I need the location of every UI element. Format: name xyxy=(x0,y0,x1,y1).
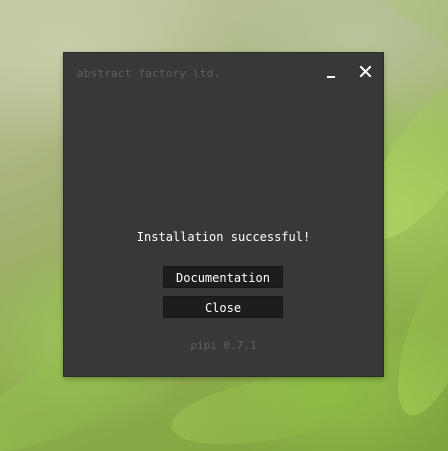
minimize-icon xyxy=(327,76,335,78)
version-label: pipi 0.7.1 xyxy=(190,339,257,352)
close-icon xyxy=(359,65,372,78)
background-leaf xyxy=(381,235,448,425)
status-message: Installation successful! xyxy=(136,230,311,244)
window-title: abstract factory ltd. xyxy=(77,67,221,80)
background-leaf xyxy=(166,363,374,451)
close-button[interactable]: Close xyxy=(163,296,283,318)
documentation-button[interactable]: Documentation xyxy=(163,266,283,288)
close-window-button[interactable] xyxy=(358,64,374,80)
installer-dialog: abstract factory ltd. Installation succe… xyxy=(64,53,383,376)
minimize-button[interactable] xyxy=(324,64,340,80)
